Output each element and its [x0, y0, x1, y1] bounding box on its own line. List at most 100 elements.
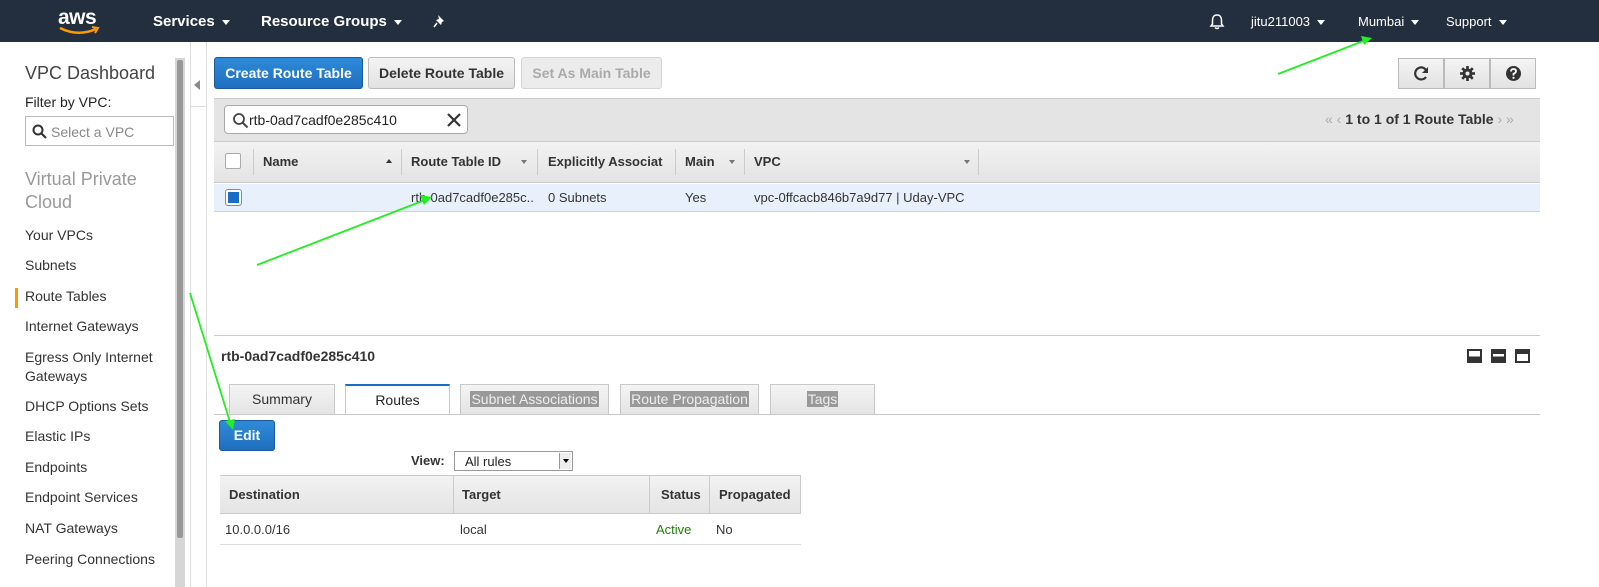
gear-icon — [1459, 66, 1475, 81]
cell-explicitly-associated: 0 Subnets — [548, 190, 607, 205]
column-header-name[interactable]: Name — [263, 154, 298, 169]
routes-column-propagated: Propagated — [719, 487, 791, 502]
routes-column-target: Target — [462, 487, 501, 502]
routes-table-header — [220, 475, 801, 514]
sort-caret-icon — [729, 160, 735, 164]
column-divider[interactable] — [978, 149, 979, 175]
column-divider[interactable] — [675, 149, 676, 175]
prev-page-icon[interactable]: ‹ — [1333, 111, 1345, 127]
sort-ascending-icon — [386, 159, 392, 163]
filter-by-vpc-label: Filter by VPC: — [25, 94, 112, 110]
last-page-icon[interactable]: » — [1506, 111, 1514, 127]
user-menu[interactable]: jitu211003 — [1251, 14, 1326, 29]
settings-button[interactable] — [1444, 58, 1490, 89]
tab-route-propagation-label: Route Propagation — [630, 391, 749, 407]
user-label: jitu211003 — [1251, 14, 1311, 29]
column-header-explicitly-associated[interactable]: Explicitly Associat — [548, 154, 670, 169]
view-rules-value: All rules — [465, 454, 512, 469]
sort-caret-icon — [521, 160, 527, 164]
vpc-filter-placeholder: Select a VPC — [51, 124, 135, 140]
column-divider — [453, 475, 454, 514]
resource-groups-menu[interactable]: Resource Groups — [261, 13, 402, 30]
edit-routes-button[interactable]: Edit — [219, 420, 275, 451]
help-button[interactable] — [1490, 58, 1536, 89]
column-divider[interactable] — [253, 149, 254, 175]
tab-routes[interactable]: Routes — [345, 384, 450, 415]
sidebar-item-endpoints[interactable]: Endpoints — [25, 458, 175, 477]
refresh-button[interactable] — [1398, 58, 1444, 89]
services-menu[interactable]: Services — [153, 13, 230, 30]
clear-search-icon[interactable] — [447, 113, 461, 127]
sidebar-item-egress-only-internet-gateways[interactable]: Egress Only Internet Gateways — [25, 348, 175, 386]
tab-subnet-associations[interactable]: Subnet Associations — [460, 384, 609, 414]
tab-subnet-associations-label: Subnet Associations — [470, 391, 599, 407]
sidebar-item-elastic-ips[interactable]: Elastic IPs — [25, 427, 175, 446]
tab-summary[interactable]: Summary — [229, 384, 335, 414]
services-label: Services — [153, 13, 215, 30]
row-checkbox[interactable] — [226, 190, 241, 205]
layout-bottom-icon[interactable] — [1467, 349, 1482, 363]
sidebar-item-route-tables[interactable]: Route Tables — [25, 287, 175, 306]
cell-main: Yes — [685, 190, 707, 205]
column-header-vpc[interactable]: VPC — [754, 154, 781, 169]
sidebar-item-nat-gateways[interactable]: NAT Gateways — [25, 519, 175, 538]
bell-icon[interactable] — [1209, 13, 1225, 30]
pagination: « ‹ 1 to 1 of 1 Route Table › » — [1325, 111, 1514, 127]
sidebar-item-subnets[interactable]: Subnets — [25, 256, 175, 275]
pagination-text: 1 to 1 of 1 Route Table — [1345, 111, 1494, 127]
pin-icon[interactable] — [433, 14, 447, 28]
column-divider[interactable] — [401, 149, 402, 175]
first-page-icon[interactable]: « — [1325, 111, 1333, 127]
next-page-icon[interactable]: › — [1494, 111, 1506, 127]
column-divider — [800, 475, 801, 514]
sidebar-section-title: Virtual Private Cloud — [25, 169, 137, 212]
sidebar-active-indicator — [15, 288, 18, 308]
sidebar-item-internet-gateways[interactable]: Internet Gateways — [25, 317, 175, 336]
detail-title: rtb-0ad7cadf0e285c410 — [221, 348, 376, 364]
aws-logo[interactable]: aws — [56, 6, 106, 36]
chevron-down-icon — [393, 19, 402, 25]
aws-smile-icon — [59, 26, 100, 34]
tab-route-propagation[interactable]: Route Propagation — [620, 384, 759, 414]
pane-splitter[interactable] — [214, 335, 1540, 336]
routes-row-divider — [220, 544, 801, 545]
sidebar-scrollbar-thumb[interactable] — [177, 60, 183, 538]
column-divider[interactable] — [744, 149, 745, 175]
route-status: Active — [656, 522, 692, 537]
chevron-down-icon — [221, 19, 230, 25]
view-rules-select[interactable]: All rules — [454, 451, 573, 471]
tab-tags[interactable]: Tags — [770, 384, 875, 414]
support-menu[interactable]: Support — [1446, 14, 1507, 29]
column-header-main[interactable]: Main — [685, 154, 715, 169]
routes-column-destination: Destination — [229, 487, 300, 502]
sidebar-title[interactable]: VPC Dashboard — [25, 63, 155, 84]
column-divider[interactable] — [537, 149, 538, 175]
sidebar-item-peering-connections[interactable]: Peering Connections — [25, 550, 175, 569]
search-icon — [32, 124, 47, 139]
vpc-filter-input[interactable]: Select a VPC — [25, 116, 174, 146]
tabs-baseline — [214, 414, 1540, 415]
delete-route-table-button[interactable]: Delete Route Table — [368, 57, 515, 89]
sidebar-item-dhcp-options-sets[interactable]: DHCP Options Sets — [25, 397, 175, 416]
create-route-table-button[interactable]: Create Route Table — [214, 57, 363, 89]
select-arrow-icon — [559, 453, 571, 469]
route-target: local — [460, 522, 487, 537]
resource-groups-label: Resource Groups — [261, 13, 387, 30]
view-label: View: — [411, 453, 445, 468]
layout-split-icon[interactable] — [1491, 349, 1506, 363]
region-label: Mumbai — [1358, 14, 1405, 29]
cell-route-table-id: rtb-0ad7cadf0e285c... — [411, 190, 535, 205]
sidebar-item-endpoint-services[interactable]: Endpoint Services — [25, 488, 175, 507]
region-menu[interactable]: Mumbai — [1358, 14, 1420, 29]
column-header-route-table-id[interactable]: Route Table ID — [411, 154, 501, 169]
sidebar: VPC Dashboard Filter by VPC: Select a VP… — [0, 42, 190, 587]
layout-top-icon[interactable] — [1515, 349, 1530, 363]
routes-column-status: Status — [661, 487, 701, 502]
column-divider — [709, 475, 710, 514]
search-value: rtb-0ad7cadf0e285c410 — [249, 112, 397, 128]
set-as-main-table-button[interactable]: Set As Main Table — [521, 57, 662, 89]
sidebar-item-your-vpcs[interactable]: Your VPCs — [25, 226, 175, 245]
select-all-checkbox[interactable] — [225, 153, 241, 169]
route-table-search-input[interactable]: rtb-0ad7cadf0e285c410 — [224, 105, 468, 134]
annotation-arrow-region — [1277, 39, 1367, 75]
